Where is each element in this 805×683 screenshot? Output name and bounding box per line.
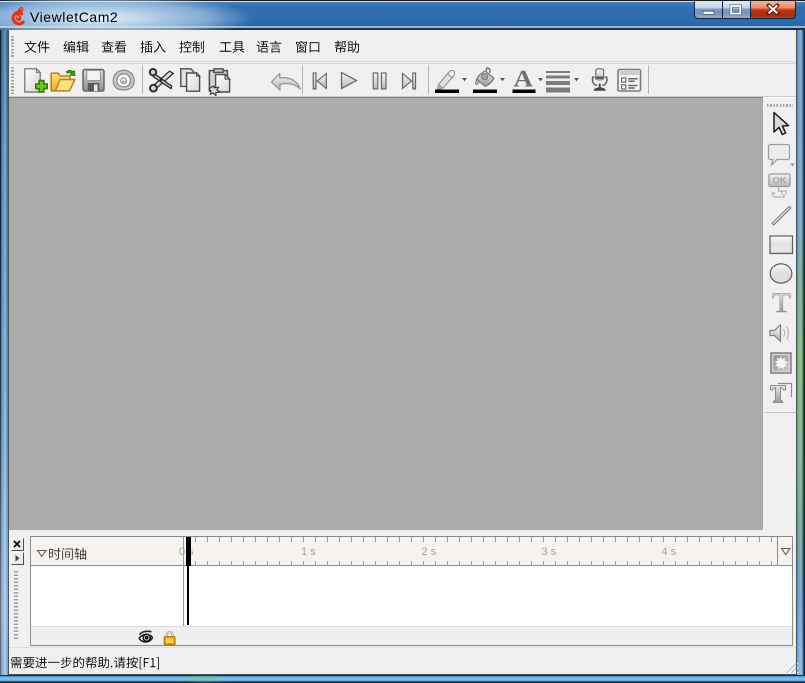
svg-text:OK: OK <box>772 176 786 187</box>
